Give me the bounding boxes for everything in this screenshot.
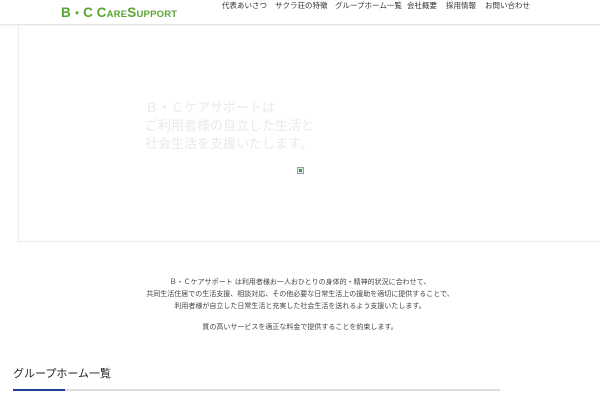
nav-features[interactable]: サクラ荘の特徴 [275,0,328,11]
site-header: B・C CARESUPPORT 代表あいさつ サクラ荘の特徴 グループホーム一覧… [0,0,600,25]
section-divider [13,389,500,391]
nav-contact[interactable]: お問い合わせ [485,0,530,11]
intro-line: 共同生活住居での生活支援、相談対応、その他必要な日常生活上の援助を適切に提供する… [146,290,454,298]
hero-line: 社会生活を支援いたします。 [145,137,313,152]
nav-group-homes[interactable]: グループホーム一覧 [335,0,402,11]
intro-section: Ｂ・Ｃケアサポート は利用者様お一人おひとりの身体的・精神的状況に合わせて、 共… [0,276,600,333]
hero-banner: Ｂ・Ｃケアサポートは ご利用者様の自立した生活と 社会生活を支援いたします。 [18,26,600,242]
main-nav: 代表あいさつ サクラ荘の特徴 グループホーム一覧 会社概要 採用情報 お問い合わ… [0,0,600,12]
broken-image-icon [297,167,304,174]
section-divider-accent [13,389,65,391]
nav-company[interactable]: 会社概要 [407,0,437,11]
hero-catchcopy: Ｂ・Ｃケアサポートは ご利用者様の自立した生活と 社会生活を支援いたします。 [145,100,314,154]
intro-closing: 質の高いサービスを適正な料金で提供することを約束します。 [202,323,398,331]
section-title-group-homes: グループホーム一覧 [13,367,112,380]
broken-image-glyph [299,169,302,172]
intro-line: 利用者様が自立した日常生活と充実した社会生活を送れるよう支援いたします。 [174,302,426,310]
intro-line: Ｂ・Ｃケアサポート は利用者様お一人おひとりの身体的・精神的状況に合わせて、 [169,278,431,286]
nav-recruit[interactable]: 採用情報 [446,0,476,11]
nav-greeting[interactable]: 代表あいさつ [222,0,267,11]
hero-line: Ｂ・Ｃケアサポートは [145,101,276,116]
hero-line: ご利用者様の自立した生活と [145,119,315,134]
